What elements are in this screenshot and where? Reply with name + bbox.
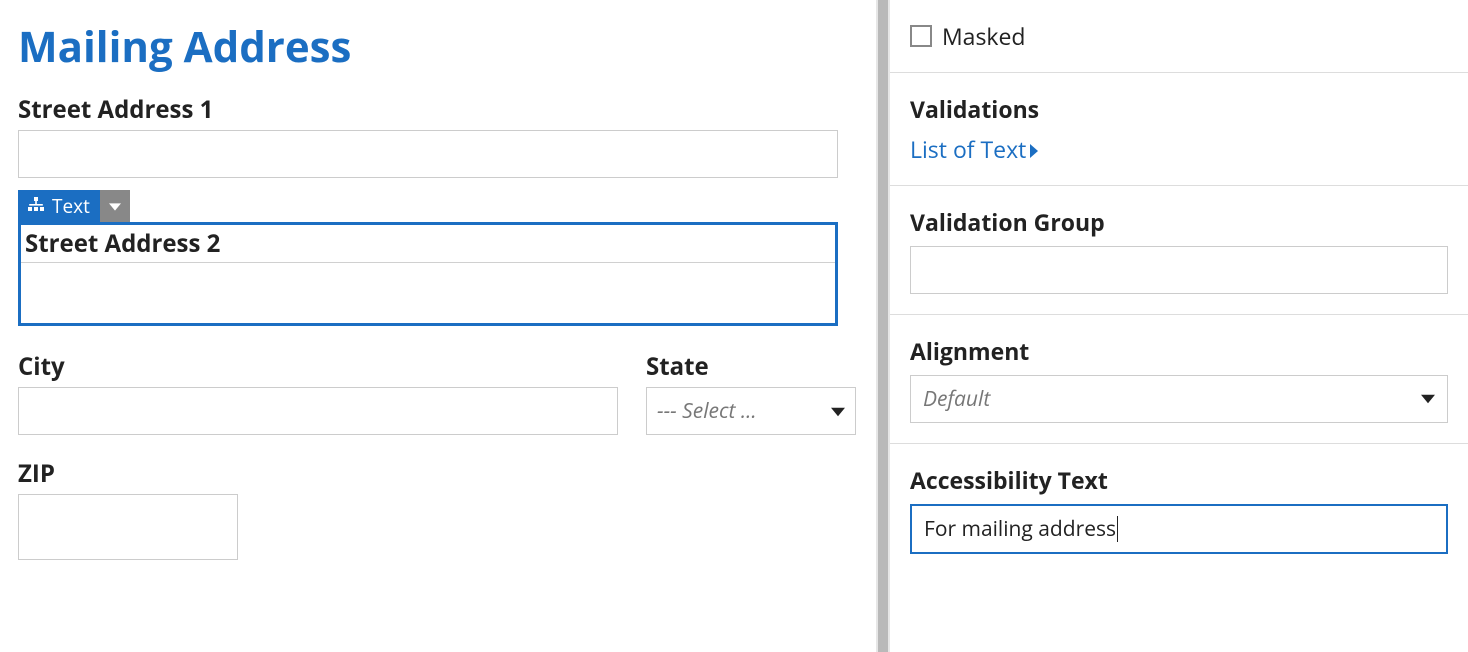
validation-group-heading: Validation Group [910,206,1448,238]
alignment-value: Default [923,385,990,413]
validations-link[interactable]: List of Text [910,133,1040,165]
form-canvas: Mailing Address Street Address 1 Text St… [18,18,858,560]
city-input[interactable] [18,387,618,435]
state-select[interactable]: --- Select ... [646,387,856,435]
caret-down-icon [109,193,121,219]
selection-tag-dropdown[interactable] [100,190,130,222]
hierarchy-icon [28,193,44,219]
validations-link-text: List of Text [910,133,1026,165]
alignment-select[interactable]: Default [910,375,1448,423]
city-label: City [18,350,618,383]
street1-block: Street Address 1 [18,93,858,178]
zip-block: ZIP [18,457,858,560]
state-placeholder: --- Select ... [657,397,757,425]
validation-group-input[interactable] [910,246,1448,294]
panel-scrollbar[interactable] [876,0,890,652]
properties-panel: Masked Validations List of Text Validati… [890,0,1468,652]
caret-down-icon [831,396,845,426]
selection-tag-label: Text [52,193,90,219]
section-divider [890,314,1468,315]
city-state-row: City State --- Select ... [18,350,858,435]
selection-tag-body[interactable]: Text [18,190,100,222]
accessibility-text-value: For mailing address [924,515,1116,543]
caret-right-icon [1030,133,1040,165]
state-label: State [646,350,856,383]
form-title: Mailing Address [18,18,858,75]
selection-tag: Text [18,190,130,222]
text-cursor [1117,516,1118,542]
city-block: City [18,350,618,435]
caret-down-icon [1421,385,1435,413]
accessibility-heading: Accessibility Text [910,464,1448,496]
masked-row: Masked [910,20,1448,52]
zip-label: ZIP [18,457,858,490]
masked-checkbox[interactable] [910,25,932,47]
state-block: State --- Select ... [646,350,856,435]
street1-label: Street Address 1 [18,93,858,126]
accessibility-text-input[interactable]: For mailing address [910,504,1448,554]
masked-label: Masked [942,20,1026,52]
street2-outline: Street Address 2 [18,222,838,326]
section-divider [890,443,1468,444]
street1-input[interactable] [18,130,838,178]
validations-heading: Validations [910,93,1448,125]
street2-input[interactable] [21,263,835,323]
zip-input[interactable] [18,494,238,560]
section-divider [890,185,1468,186]
section-divider [890,72,1468,73]
street2-block-selected[interactable]: Text Street Address 2 [18,222,838,326]
street2-label: Street Address 2 [25,227,831,260]
alignment-heading: Alignment [910,335,1448,367]
